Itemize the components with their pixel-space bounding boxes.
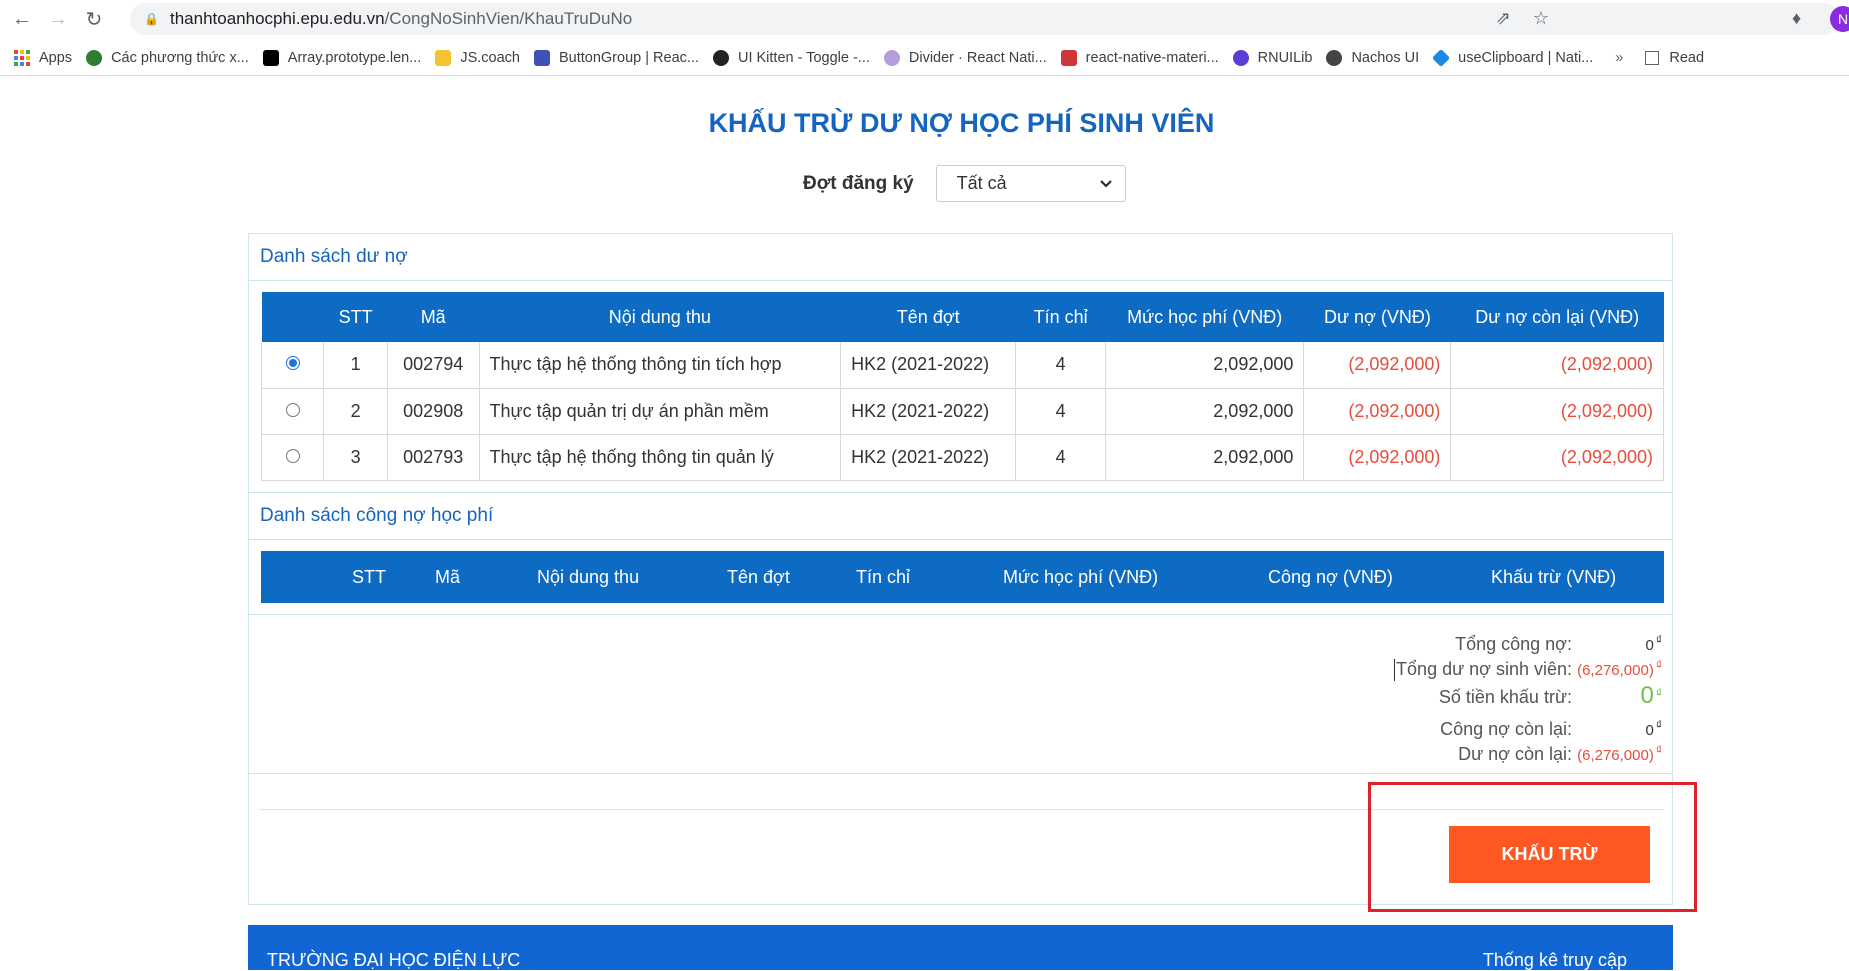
col-ma: Mã [420, 306, 446, 327]
rnuilib-icon [1232, 49, 1249, 66]
summary-so-tien-khau-tru: Số tiền khấu trừ: 0 ₫ [1438, 682, 1662, 709]
address-bar[interactable]: 🔒 thanhtoanhocphi.epu.edu.vn/CongNoSinhV… [130, 3, 1840, 35]
kitten-icon [712, 49, 729, 66]
col-muc-hoc-phi: Mức học phí (VNĐ) [1127, 306, 1283, 327]
col-du-no: Dư nợ (VNĐ) [1323, 306, 1431, 327]
debt-list-heading: Danh sách dư nợ [249, 234, 1672, 281]
footer-university-name: TRƯỜNG ĐẠI HỌC ĐIỆN LỰC [267, 950, 521, 970]
forward-arrow-icon[interactable]: → [44, 5, 72, 33]
url-path: /CongNoSinhVien/KhauTruDuNo [384, 9, 633, 28]
debt-table-header: STT Mã Nội dung thu Tên đợt Tín chỉ Mức … [261, 292, 1664, 342]
profile-avatar[interactable]: N [1830, 6, 1849, 32]
row-select-radio[interactable] [285, 356, 300, 371]
footer-visit-stats: Thống kê truy cập [1482, 950, 1627, 970]
bookmark-item[interactable]: ButtonGroup | Reac... [533, 49, 699, 66]
nativebase-icon [533, 49, 550, 66]
star-icon[interactable]: ☆ [1533, 8, 1549, 29]
mdn-icon [262, 49, 279, 66]
summary-tong-du-no: Tổng dư nợ sinh viên: (6,276,000) ₫ [1322, 658, 1662, 682]
row-select-radio[interactable] [285, 402, 300, 417]
bookmark-item[interactable]: Divider · React Nati... [883, 49, 1047, 66]
bookmark-apps[interactable]: Apps [14, 49, 72, 66]
summary-tong-cong-no: Tổng công nợ: 0 ₫ [1455, 633, 1662, 654]
browser-toolbar: ← → ↻ 🔒 thanhtoanhocphi.epu.edu.vn/CongN… [0, 0, 1849, 38]
chevron-down-icon [1099, 179, 1112, 187]
summary-cong-no-con-lai: Công nợ còn lại: 0 ₫ [1440, 718, 1662, 739]
col-stt: STT [338, 306, 373, 327]
url-host: thanhtoanhocphi.epu.edu.vn [170, 9, 385, 28]
col-khau-tru: Khấu trừ (VNĐ) [1491, 566, 1617, 587]
bookmark-item[interactable]: RNUILib [1232, 49, 1312, 66]
nativebase-diamond-icon [1432, 48, 1451, 67]
bookmark-item[interactable]: Nachos UI [1326, 49, 1419, 66]
page-title: KHẤU TRỪ DƯ NỢ HỌC PHÍ SINH VIÊN [708, 108, 1215, 138]
bookmarks-bar: Apps Các phương thức x... Array.prototyp… [0, 40, 1849, 76]
lock-icon: 🔒 [144, 12, 159, 26]
col-ten-dot: Tên đợt [896, 306, 960, 327]
col-ten-dot: Tên đợt [727, 566, 790, 587]
reload-icon[interactable]: ↻ [80, 5, 108, 33]
bookmarks-more-button[interactable]: » [1615, 50, 1623, 66]
reading-list-icon [1645, 50, 1660, 65]
registration-period-filter: Đợt đăng ký Tất cả [803, 165, 1126, 202]
registration-period-select[interactable]: Tất cả [935, 165, 1126, 202]
col-ma: Mã [435, 566, 461, 587]
footer: TRƯỜNG ĐẠI HỌC ĐIỆN LỰC Thống kê truy cậ… [248, 925, 1673, 970]
col-noi-dung-thu: Nội dung thu [537, 566, 640, 587]
bookmark-item[interactable]: Các phương thức x... [86, 49, 249, 66]
debt-table: STT Mã Nội dung thu Tên đợt Tín chỉ Mức … [260, 292, 1664, 481]
back-arrow-icon[interactable]: ← [8, 5, 36, 33]
col-du-no-con-lai: Dư nợ còn lại (VNĐ) [1475, 306, 1640, 327]
row-select-radio[interactable] [285, 448, 300, 463]
col-cong-no: Công nợ (VNĐ) [1268, 566, 1393, 587]
jscoach-icon [435, 49, 452, 66]
table-row[interactable]: 3 002793 Thực tập hệ thống thông tin quả… [260, 433, 1664, 481]
col-tin-chi: Tín chỉ [856, 566, 911, 587]
fee-table-header: STT Mã Nội dung thu Tên đợt Tín chỉ Mức … [261, 551, 1664, 603]
summary-box: Tổng công nợ: 0 ₫ Tổng dư nợ sinh viên: (… [249, 614, 1672, 774]
bookmark-item[interactable]: UI Kitten - Toggle -... [712, 49, 870, 66]
col-muc-hoc-phi: Mức học phí (VNĐ) [1003, 566, 1159, 587]
share-icon[interactable]: ⇗ [1496, 8, 1511, 29]
apps-grid-icon [14, 49, 30, 66]
table-row[interactable]: 1 002794 Thực tập hệ thống thông tin tíc… [260, 342, 1664, 389]
fee-list-heading: Danh sách công nợ học phí [249, 492, 1672, 540]
col-noi-dung-thu: Nội dung thu [608, 306, 711, 327]
nachos-icon [1326, 49, 1343, 66]
khau-tru-button[interactable]: KHẤU TRỪ [1449, 826, 1650, 883]
filter-label: Đợt đăng ký [803, 172, 914, 194]
col-stt: STT [352, 566, 386, 587]
globe-green-icon [86, 49, 103, 66]
reading-list-button[interactable]: Read [1645, 50, 1704, 66]
bookmark-item[interactable]: JS.coach [435, 49, 520, 66]
npm-icon [1060, 49, 1077, 66]
col-tin-chi: Tín chỉ [1033, 306, 1088, 327]
summary-du-no-con-lai: Dư nợ còn lại: (6,276,000) ₫ [1458, 743, 1662, 764]
bookmark-item[interactable]: react-native-materi... [1060, 49, 1219, 66]
extensions-puzzle-icon[interactable]: ♦ [1792, 8, 1801, 29]
bookmark-item[interactable]: useClipboard | Nati... [1432, 48, 1593, 67]
feather-icon [883, 49, 900, 66]
table-row[interactable]: 2 002908 Thực tập quản trị dự án phần mề… [260, 387, 1664, 435]
bookmark-item[interactable]: Array.prototype.len... [262, 49, 421, 66]
